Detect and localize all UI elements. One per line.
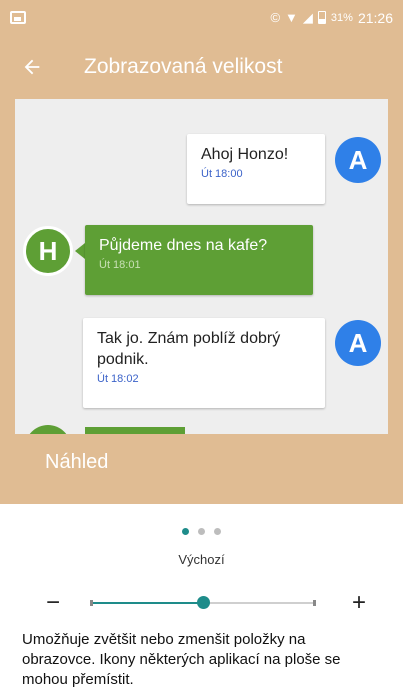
wifi-icon: ▼ xyxy=(285,10,298,25)
message-text: Tak jo. Znám poblíž dobrý podnik. xyxy=(97,330,281,368)
app-bar: Zobrazovaná velikost xyxy=(0,35,403,99)
message-time: Út 18:02 xyxy=(97,373,139,385)
preview-frame: Ahoj Honzo! Út 18:00 A H Půjdeme dnes na… xyxy=(0,99,403,504)
avatar: H xyxy=(23,226,73,276)
back-button[interactable] xyxy=(0,35,64,99)
back-arrow-icon xyxy=(24,59,40,75)
data-saver-icon: © xyxy=(270,10,281,25)
status-bar: © ▼ ◢ 31% 21:26 xyxy=(0,0,403,35)
avatar-partial xyxy=(25,425,71,434)
size-slider[interactable] xyxy=(90,596,316,609)
message-time: Út 18:00 xyxy=(201,168,243,180)
battery-percent: 31% xyxy=(330,11,353,24)
preview-chat: Ahoj Honzo! Út 18:00 A H Půjdeme dnes na… xyxy=(15,99,388,434)
chat-bubble-outgoing: Ahoj Honzo! Út 18:00 xyxy=(187,134,325,204)
chat-bubble-incoming: Půjdeme dnes na kafe? Út 18:01 xyxy=(85,225,313,295)
description-text: Umožňuje zvětšit nebo zmenšit položky na… xyxy=(22,631,341,688)
message-text: Ahoj Honzo! xyxy=(201,146,289,163)
slider-thumb[interactable] xyxy=(197,596,210,609)
slider-fill xyxy=(90,602,203,604)
chat-bubble-outgoing: Tak jo. Znám poblíž dobrý podnik. Út 18:… xyxy=(83,318,325,408)
decrease-size-button[interactable]: − xyxy=(38,588,68,618)
bubble-tail xyxy=(75,243,85,259)
page-title: Zobrazovaná velikost xyxy=(84,55,283,78)
battery-icon xyxy=(317,11,326,24)
preview-label: Náhled xyxy=(45,451,109,473)
page-dot[interactable] xyxy=(214,528,221,535)
page-indicator xyxy=(0,528,403,535)
message-text: Půjdeme dnes na kafe? xyxy=(99,237,268,254)
avatar: A xyxy=(335,137,381,183)
slider-tick-start xyxy=(90,600,93,606)
chat-bubble-partial xyxy=(85,427,185,434)
page-dot[interactable] xyxy=(198,528,205,535)
message-time: Út 18:01 xyxy=(99,259,141,271)
signal-icon: ◢ xyxy=(302,9,313,25)
page-dot-active[interactable] xyxy=(182,528,189,535)
increase-size-button[interactable]: + xyxy=(344,588,374,618)
slider-tick-end xyxy=(313,600,316,606)
clock: 21:26 xyxy=(357,9,393,26)
avatar: A xyxy=(335,320,381,366)
image-icon xyxy=(10,11,26,24)
size-level-label: Výchozí xyxy=(178,552,225,567)
